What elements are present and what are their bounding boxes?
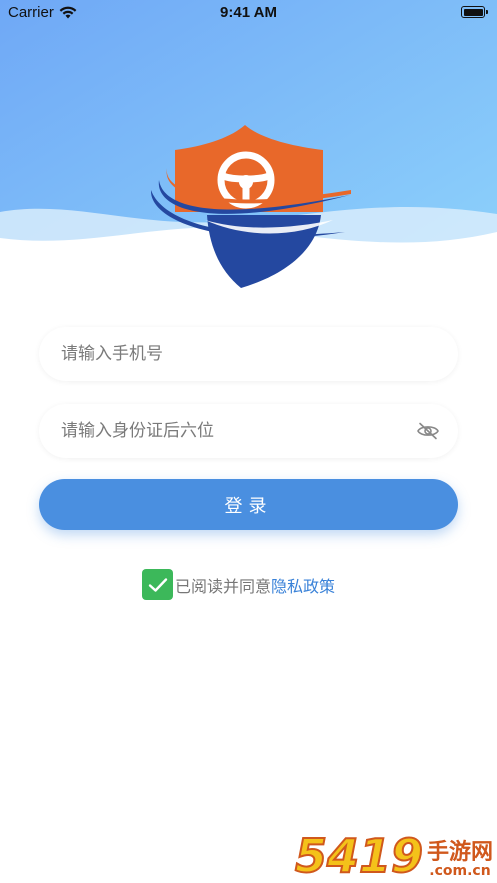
watermark: 5419 手游网 .com.cn <box>294 829 493 883</box>
eye-off-icon[interactable] <box>416 422 440 440</box>
phone-input[interactable] <box>59 326 440 382</box>
phone-field[interactable] <box>39 326 458 382</box>
agreement-checkbox[interactable] <box>142 569 173 600</box>
watermark-text: 手游网 .com.cn <box>427 841 493 879</box>
battery-full-icon <box>461 6 488 18</box>
battery-level <box>463 8 483 16</box>
login-button[interactable]: 登录 <box>39 479 458 530</box>
watermark-brand: 手游网 <box>426 840 493 866</box>
status-bar: Carrier 9:41 AM <box>0 0 497 26</box>
checkmark-icon <box>148 577 167 592</box>
id-field[interactable] <box>39 403 458 459</box>
watermark-domain: .com.cn <box>429 863 491 880</box>
agreement-row: 已阅读并同意 隐私政策 <box>142 569 335 600</box>
shield-steering-wheel-logo <box>150 125 351 288</box>
agreement-text: 已阅读并同意 <box>175 576 272 596</box>
status-time: 9:41 AM <box>220 4 277 21</box>
watermark-number: 5419 <box>294 829 424 883</box>
privacy-policy-link[interactable]: 隐私政策 <box>271 573 335 597</box>
id-last-six-input[interactable] <box>59 403 416 459</box>
